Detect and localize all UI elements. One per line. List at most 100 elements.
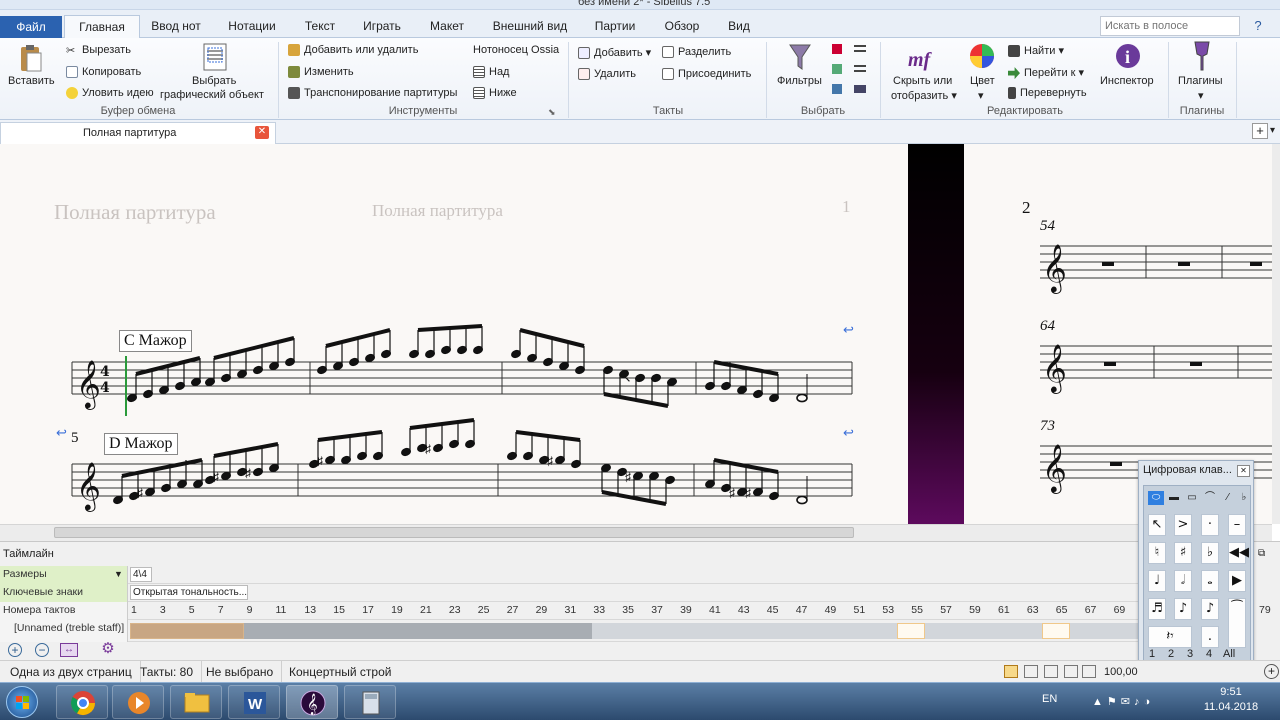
filters-button[interactable]: Фильтры xyxy=(777,75,822,87)
sixteenth-note-icon[interactable]: ♬ xyxy=(1148,598,1166,620)
select-tools-icons[interactable] xyxy=(830,42,870,104)
tab-menu-icon[interactable]: ▾ xyxy=(1270,123,1280,139)
start-button[interactable] xyxy=(6,686,38,718)
plugin-icon[interactable] xyxy=(1192,40,1212,74)
tab-home[interactable]: Главная xyxy=(64,15,140,38)
tab-parts[interactable]: Партии xyxy=(588,15,642,38)
hide-show-label-2[interactable]: отобразить ▾ xyxy=(891,89,957,102)
dot-icon[interactable]: . xyxy=(1201,626,1219,648)
tab-file[interactable]: Файл xyxy=(0,16,62,38)
clock[interactable]: 9:51 11.04.2018 xyxy=(1198,685,1264,715)
new-tab-icon[interactable]: + xyxy=(1252,123,1268,139)
grid-view-icon[interactable] xyxy=(1044,665,1058,678)
vertical-scrollbar[interactable] xyxy=(1272,144,1280,524)
tab-review[interactable]: Обзор xyxy=(655,15,709,38)
close-tab-icon[interactable]: ✕ xyxy=(255,126,269,139)
keypad-layout-all[interactable]: All xyxy=(1223,648,1235,660)
select-graphic-icon[interactable] xyxy=(202,42,228,72)
tab-layout[interactable]: Макет xyxy=(421,15,473,38)
sibelius-icon[interactable]: 𝄞 xyxy=(286,685,338,719)
keypad-layout-2[interactable]: 2 xyxy=(1168,648,1174,660)
copy-button[interactable]: Копировать xyxy=(66,66,141,79)
flip-button[interactable]: Перевернуть xyxy=(1008,87,1087,100)
zoom-in-icon[interactable]: + xyxy=(1264,664,1279,679)
ribbon-search-input[interactable] xyxy=(1100,16,1240,36)
single-page-view-icon[interactable] xyxy=(1004,665,1018,678)
tray-icons[interactable]: ▲⚑✉♪◑ xyxy=(1092,695,1172,709)
join-bar-button[interactable]: Присоединить xyxy=(662,68,751,81)
play-icon[interactable]: ▶ xyxy=(1228,570,1246,592)
add-bar-button[interactable]: Добавить ▾ xyxy=(578,46,651,60)
inspector-icon[interactable]: i xyxy=(1114,42,1142,70)
select-graphic-label-2[interactable]: графический объект xyxy=(160,89,264,101)
zoom-in-icon[interactable]: + xyxy=(8,643,22,657)
timeline-row-sizes[interactable]: Размеры ▼ 4\4 xyxy=(0,566,1145,584)
eighth-note-icon[interactable]: ♪ xyxy=(1174,598,1192,620)
keypad-layout-1[interactable]: 1 xyxy=(1149,648,1155,660)
color-button[interactable]: Цвет xyxy=(970,75,995,87)
media-player-icon[interactable] xyxy=(112,685,164,719)
half-note[interactable] xyxy=(796,495,808,505)
pointer-icon[interactable]: ↖ xyxy=(1148,514,1166,536)
capture-idea-button[interactable]: Уловить идею xyxy=(66,87,154,100)
cut-button[interactable]: ✂ Вырезать xyxy=(66,44,131,57)
timeline-row-staff[interactable]: [Unnamed (treble staff)] xyxy=(0,620,1145,642)
color-wheel-icon[interactable] xyxy=(968,42,996,70)
keyboard-language[interactable]: EN xyxy=(1042,693,1057,705)
time-signature-marker[interactable]: 4\4 xyxy=(130,567,152,582)
keypad-layout-4[interactable]: 4 xyxy=(1206,648,1212,660)
goto-button[interactable]: Перейти к ▾ xyxy=(1008,66,1084,80)
ossia-above-button[interactable]: Над xyxy=(473,66,509,79)
half-note-icon[interactable]: 𝅗𝅥 xyxy=(1174,570,1192,592)
spread-view-icon[interactable] xyxy=(1024,665,1038,678)
dialog-launcher-icon[interactable]: ⬊ xyxy=(548,107,556,118)
quarter-note-icon[interactable]: ♩ xyxy=(1148,570,1166,592)
ossia-below-button[interactable]: Ниже xyxy=(473,87,517,100)
filter-icon[interactable] xyxy=(788,42,812,72)
score-page-1[interactable]: Полная партитура Полная партитура 1 C Ма… xyxy=(0,144,908,524)
tab-note-input[interactable]: Ввод нот xyxy=(143,15,209,38)
find-button[interactable]: Найти ▾ xyxy=(1008,44,1064,58)
zoom-out-icon[interactable]: − xyxy=(35,643,49,657)
rest-icon[interactable]: 𝄽𝄾 xyxy=(1148,626,1192,648)
vertical-view-icon[interactable] xyxy=(1082,665,1096,678)
document-tab[interactable]: Полная партитура xyxy=(0,122,276,144)
keypad-layout-3-icon[interactable]: ▭ xyxy=(1184,491,1200,505)
thirtysecond-note-icon[interactable]: ♪ xyxy=(1201,598,1219,620)
delete-bar-button[interactable]: Удалить xyxy=(578,68,636,81)
keypad-layout-2-icon[interactable]: ▬ xyxy=(1166,491,1182,505)
tab-appearance[interactable]: Внешний вид xyxy=(486,15,574,38)
view-region-marker[interactable] xyxy=(1042,623,1070,639)
gear-icon[interactable]: ⚙ xyxy=(100,641,116,657)
select-graphic-label-1[interactable]: Выбрать xyxy=(192,75,236,87)
keypad-panel[interactable]: Цифровая клав... ✕ ⬭ ▬ ▭ ⌒ ⁄ ♭ ↖ > · – ♮… xyxy=(1138,460,1254,670)
tab-play[interactable]: Играть xyxy=(356,15,408,38)
whole-note-icon[interactable]: 𝅝 xyxy=(1201,570,1219,592)
paste-button[interactable]: Вставить xyxy=(8,75,55,87)
tab-view[interactable]: Вид xyxy=(721,15,757,38)
split-bar-button[interactable]: Разделить xyxy=(662,46,731,59)
chrome-icon[interactable] xyxy=(56,685,108,719)
change-instrument-button[interactable]: Изменить xyxy=(288,66,354,79)
color-dropdown-icon[interactable]: ▾ xyxy=(978,89,984,102)
flat-icon[interactable]: ♭ xyxy=(1201,542,1219,564)
panorama-view-icon[interactable] xyxy=(1064,665,1078,678)
half-note[interactable] xyxy=(796,393,808,403)
view-region-marker[interactable] xyxy=(897,623,925,639)
rewind-icon[interactable]: ◀◀ xyxy=(1228,542,1249,564)
tab-notations[interactable]: Нотации xyxy=(222,15,282,38)
hide-show-label-1[interactable]: Скрыть или xyxy=(893,75,952,87)
transposing-score-button[interactable]: Транспонирование партитуры xyxy=(288,87,457,100)
inspector-button[interactable]: Инспектор xyxy=(1100,75,1154,87)
tie-icon[interactable]: ⁀ xyxy=(1228,598,1246,648)
help-icon[interactable]: ? xyxy=(1246,16,1270,36)
key-signature-marker[interactable]: Открытая тональность... xyxy=(130,585,248,600)
plugins-dropdown-icon[interactable]: ▾ xyxy=(1198,89,1204,102)
plugins-button[interactable]: Плагины xyxy=(1178,75,1223,87)
keypad-layout-6-icon[interactable]: ♭ xyxy=(1236,491,1252,505)
add-remove-instruments-button[interactable]: Добавить или удалить xyxy=(288,44,418,57)
timeline-restore-icon[interactable]: ⧉ xyxy=(1258,548,1265,559)
keypad-layout-4-icon[interactable]: ⌒ xyxy=(1202,491,1218,505)
close-icon[interactable]: ✕ xyxy=(1237,465,1250,477)
zoom-level[interactable]: 100,00 xyxy=(1104,661,1138,683)
